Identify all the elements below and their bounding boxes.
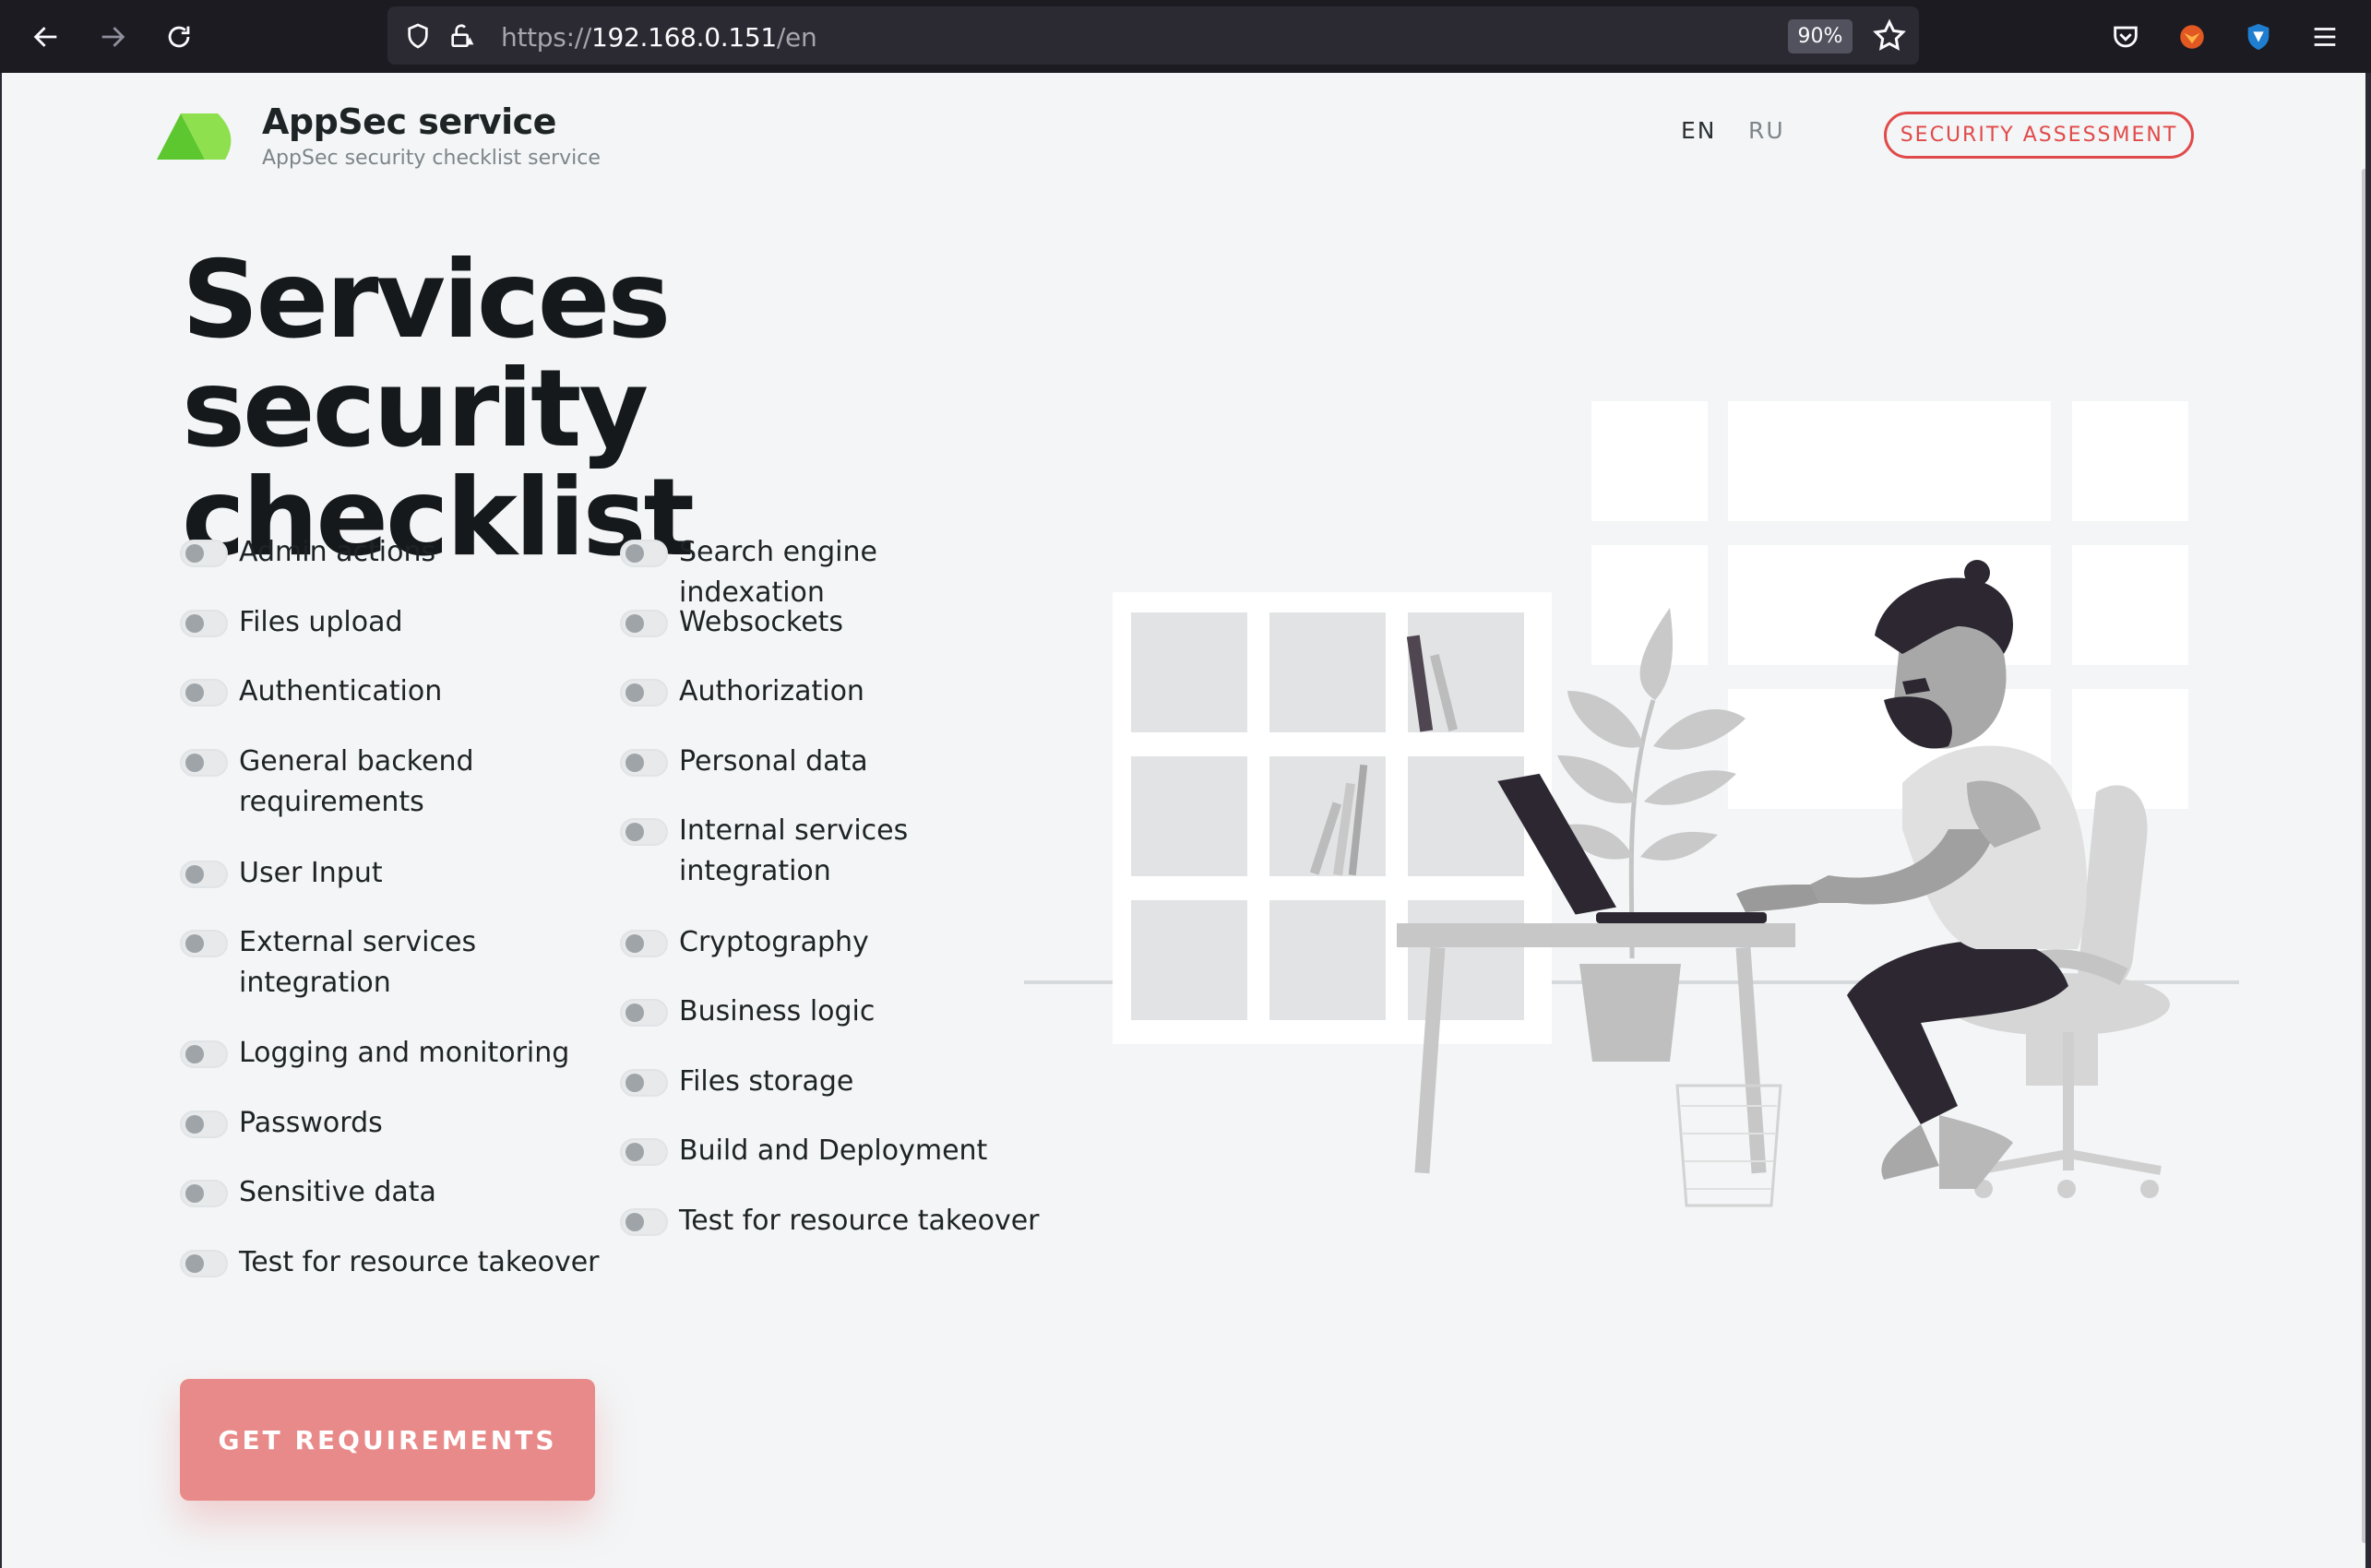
- toggle-switch[interactable]: [620, 540, 668, 567]
- shield-extension-icon: [2247, 23, 2270, 51]
- option-general-backend-requirements[interactable]: General backend requirements: [180, 745, 512, 823]
- option-label: Websockets: [679, 606, 844, 638]
- option-internal-services-integration[interactable]: Internal services integration: [620, 814, 952, 892]
- option-label: Passwords: [239, 1107, 383, 1139]
- option-logging-and-monitoring[interactable]: Logging and monitoring: [180, 1037, 586, 1074]
- brand-title[interactable]: AppSec service: [262, 101, 556, 142]
- toggle-switch[interactable]: [620, 610, 668, 637]
- toggle-switch[interactable]: [620, 679, 668, 707]
- toggle-switch[interactable]: [180, 540, 228, 567]
- browser-toolbar: https://192.168.0.151/en 90%: [0, 0, 2371, 73]
- option-label: General backend requirements: [239, 745, 474, 818]
- option-authorization[interactable]: Authorization: [620, 675, 1026, 712]
- toggle-switch[interactable]: [620, 930, 668, 957]
- get-requirements-button[interactable]: GET REQUIREMENTS: [180, 1379, 595, 1501]
- page-title: Services security checklist: [182, 238, 695, 580]
- forward-button[interactable]: [89, 13, 137, 61]
- option-websockets[interactable]: Websockets: [620, 606, 1026, 643]
- option-personal-data[interactable]: Personal data: [620, 745, 1026, 782]
- pocket-button[interactable]: [2105, 17, 2146, 57]
- option-label: Authentication: [239, 675, 443, 707]
- toggle-switch[interactable]: [180, 679, 228, 707]
- page-content: AppSec service AppSec security checklist…: [2, 73, 2365, 1568]
- option-business-logic[interactable]: Business logic: [620, 995, 1026, 1032]
- option-label: Business logic: [679, 995, 876, 1028]
- extension-button[interactable]: [2172, 17, 2212, 57]
- option-label: Sensitive data: [239, 1176, 436, 1208]
- back-button[interactable]: [22, 13, 70, 61]
- reload-icon: [168, 26, 190, 48]
- toggle-switch[interactable]: [180, 1250, 228, 1277]
- url-text: https://192.168.0.151/en: [501, 22, 817, 53]
- toggle-switch[interactable]: [620, 1138, 668, 1166]
- shield-extension-button[interactable]: [2238, 17, 2279, 57]
- option-label: Internal services integration: [679, 814, 909, 887]
- option-label: Admin actions: [239, 536, 436, 568]
- option-label: Cryptography: [679, 926, 869, 958]
- option-files-storage[interactable]: Files storage: [620, 1065, 1026, 1102]
- toggle-switch[interactable]: [620, 749, 668, 777]
- language-en-link[interactable]: EN: [1681, 117, 1717, 144]
- option-build-and-deployment[interactable]: Build and Deployment: [620, 1134, 1026, 1171]
- option-label: Search engine indexation: [679, 536, 877, 609]
- back-arrow-icon: [33, 27, 57, 47]
- option-label: User Input: [239, 857, 383, 889]
- option-label: Authorization: [679, 675, 864, 707]
- fox-extension-icon: [2180, 25, 2204, 49]
- option-sensitive-data[interactable]: Sensitive data: [180, 1176, 586, 1213]
- option-label: Build and Deployment: [679, 1134, 988, 1167]
- brand-subtitle: AppSec security checklist service: [262, 147, 601, 170]
- zoom-level-badge[interactable]: 90%: [1788, 19, 1853, 53]
- option-test-for-resource-takeover-2[interactable]: Test for resource takeover: [620, 1205, 1054, 1241]
- toggle-switch[interactable]: [620, 1208, 668, 1236]
- option-label: Test for resource takeover: [679, 1205, 1040, 1237]
- option-cryptography[interactable]: Cryptography: [620, 926, 1026, 963]
- lock-warning-icon[interactable]: [445, 19, 478, 53]
- toggle-switch[interactable]: [180, 610, 228, 637]
- option-admin-actions[interactable]: Admin actions: [180, 536, 586, 573]
- option-user-input[interactable]: User Input: [180, 857, 586, 894]
- language-ru-link[interactable]: RU: [1748, 117, 1785, 144]
- toggle-switch[interactable]: [180, 749, 228, 777]
- option-label: Personal data: [679, 745, 868, 778]
- toggle-switch[interactable]: [180, 930, 228, 957]
- toggle-switch[interactable]: [180, 1040, 228, 1068]
- option-label: External services integration: [239, 926, 477, 999]
- toggle-switch[interactable]: [620, 1069, 668, 1097]
- page-scrollbar[interactable]: [2362, 169, 2365, 1543]
- option-test-for-resource-takeover[interactable]: Test for resource takeover: [180, 1246, 614, 1283]
- tracking-shield-icon[interactable]: [401, 19, 435, 53]
- developer-illustration: [1024, 401, 2239, 1207]
- toggle-switch[interactable]: [180, 1111, 228, 1138]
- toggle-switch[interactable]: [180, 861, 228, 888]
- bookmark-star-icon[interactable]: [1871, 18, 1908, 54]
- option-label: Files storage: [679, 1065, 854, 1098]
- hamburger-menu-icon: [2314, 28, 2336, 46]
- reload-button[interactable]: [155, 13, 203, 61]
- menu-button[interactable]: [2305, 17, 2345, 57]
- appsec-logo-icon[interactable]: [153, 106, 240, 161]
- toggle-switch[interactable]: [620, 818, 668, 846]
- security-assessment-button[interactable]: SECURITY ASSESSMENT: [1884, 112, 2194, 159]
- pocket-icon: [2114, 26, 2138, 48]
- address-bar[interactable]: https://192.168.0.151/en 90%: [387, 6, 1919, 65]
- option-label: Files upload: [239, 606, 403, 638]
- option-external-services-integration[interactable]: External services integration: [180, 926, 512, 1004]
- option-authentication[interactable]: Authentication: [180, 675, 586, 712]
- forward-arrow-icon: [101, 27, 125, 47]
- option-label: Test for resource takeover: [239, 1246, 600, 1278]
- toggle-switch[interactable]: [620, 999, 668, 1027]
- option-label: Logging and monitoring: [239, 1037, 570, 1069]
- option-files-upload[interactable]: Files upload: [180, 606, 586, 643]
- option-passwords[interactable]: Passwords: [180, 1107, 586, 1144]
- toggle-switch[interactable]: [180, 1180, 228, 1207]
